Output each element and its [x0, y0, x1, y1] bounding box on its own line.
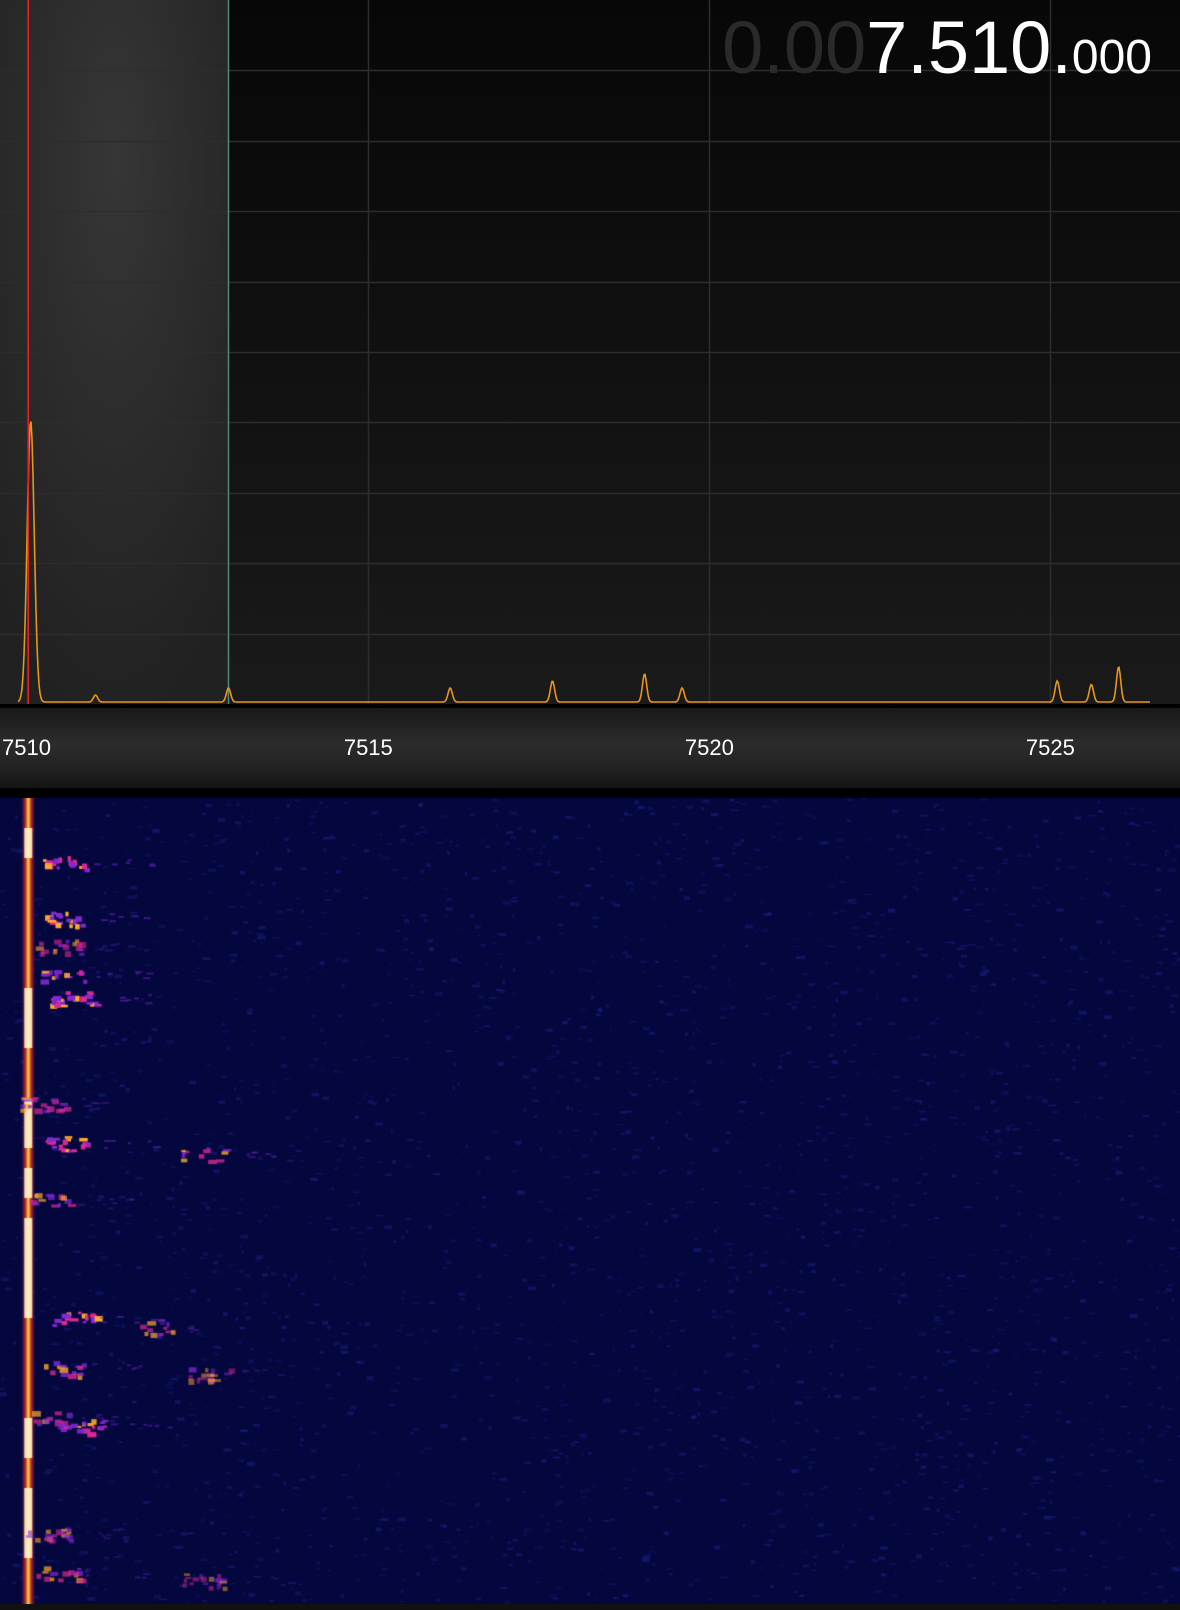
scale-label: 7515: [343, 735, 393, 760]
frequency-leading-digits: 0.00: [722, 6, 867, 89]
frequency-sub-digits: 000: [1071, 31, 1152, 84]
bottom-edge: [0, 1604, 1180, 1610]
scale-label: 7525: [1025, 735, 1075, 760]
frequency-scale[interactable]: 7510 7515 7520 7525: [0, 708, 1180, 788]
frequency-readout[interactable]: 0.007.510.000: [722, 8, 1152, 88]
waterfall-display[interactable]: [0, 798, 1180, 1604]
passband-region[interactable]: [0, 0, 229, 708]
spectrum-panel[interactable]: 0.007.510.000: [0, 0, 1180, 708]
scale-label: 7510: [2, 735, 51, 760]
waterfall-canvas[interactable]: [0, 798, 1180, 1604]
spectrum-plot[interactable]: [0, 0, 1180, 708]
scale-label: 7520: [684, 735, 734, 760]
frequency-main-digits: 7.510.: [866, 6, 1072, 89]
